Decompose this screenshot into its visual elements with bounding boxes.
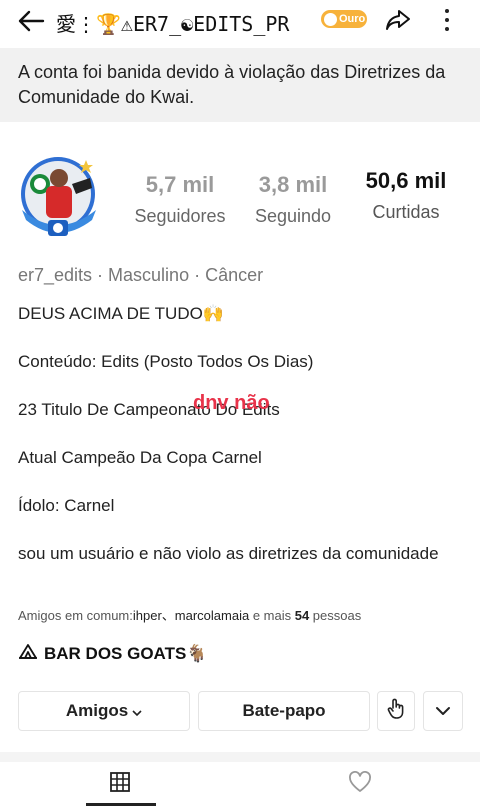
- camp-icon: [18, 641, 38, 666]
- mutual-friends-count: 54: [294, 608, 310, 623]
- chevron-down-icon: [132, 702, 142, 722]
- followers-count: 5,7 mil: [145, 172, 215, 197]
- following-label: Seguindo: [254, 206, 332, 226]
- ban-notice: A conta foi banida devido à violação das…: [0, 48, 480, 122]
- bio-line: Atual Campeão Da Copa Carnel: [18, 448, 262, 467]
- chevron-down-icon: [435, 701, 451, 721]
- mutual-friends-middle: e mais: [249, 608, 295, 623]
- level-badge-label: Ouro: [339, 13, 366, 25]
- likes-label: Curtidas: [372, 202, 440, 222]
- hand-point-icon: [386, 698, 406, 725]
- heart-icon: [348, 770, 372, 798]
- badge-icon: [324, 12, 337, 26]
- bio-line: Ídolo: Carnel: [18, 496, 115, 515]
- tab-videos[interactable]: [0, 764, 240, 804]
- grid-icon: [109, 771, 131, 798]
- following-count: 3,8 mil: [258, 172, 328, 197]
- more-vertical-icon[interactable]: [432, 4, 462, 36]
- bio-line: Conteúdo: Edits (Posto Todos Os Dias): [18, 352, 314, 371]
- mutual-friends-prefix: Amigos em comum:: [18, 608, 133, 623]
- chat-button-label: Bate-papo: [242, 701, 326, 720]
- bio: DEUS ACIMA DE TUDO🙌 Conteúdo: Edits (Pos…: [18, 302, 468, 566]
- share-icon[interactable]: [383, 5, 413, 35]
- followers-label: Seguidores: [134, 206, 226, 226]
- friends-button[interactable]: Amigos: [18, 691, 190, 731]
- active-tab-indicator: [86, 803, 156, 806]
- profile-nickname: 愛⋮🏆⚠ER7_☯EDITS_PR: [56, 12, 290, 36]
- top-bar: 愛⋮🏆⚠ER7_☯EDITS_PR Ouro: [0, 0, 480, 46]
- mutual-friends-names[interactable]: ihper、marcolamaia: [133, 608, 249, 623]
- profile-meta: er7_edits · Masculino · Câncer: [18, 265, 264, 285]
- tab-liked[interactable]: [240, 764, 480, 804]
- level-badge: Ouro: [321, 10, 367, 28]
- following-stat[interactable]: 3,8 mil Seguindo: [246, 172, 340, 227]
- avatar[interactable]: [16, 154, 104, 244]
- bio-line: DEUS ACIMA DE TUDO🙌: [18, 304, 225, 323]
- followers-stat[interactable]: 5,7 mil Seguidores: [125, 172, 235, 227]
- chat-button[interactable]: Bate-papo: [198, 691, 370, 731]
- mutual-friends-suffix: pessoas: [309, 608, 362, 623]
- more-options-button[interactable]: [423, 691, 463, 731]
- likes-stat[interactable]: 50,6 mil Curtidas: [356, 168, 456, 223]
- bio-line: sou um usuário e não violo as diretrizes…: [18, 544, 439, 563]
- group-link[interactable]: BAR DOS GOATS🐐: [18, 641, 207, 666]
- friends-button-label: Amigos: [65, 701, 129, 720]
- overlay-caption: dnv não: [193, 392, 270, 414]
- section-divider: [0, 752, 480, 762]
- group-name: BAR DOS GOATS🐐: [44, 643, 208, 663]
- back-arrow-icon[interactable]: [14, 6, 48, 36]
- mutual-friends[interactable]: Amigos em comum:ihper、marcolamaia e mais…: [18, 605, 361, 624]
- poke-button[interactable]: [377, 691, 415, 731]
- likes-count: 50,6 mil: [365, 168, 447, 193]
